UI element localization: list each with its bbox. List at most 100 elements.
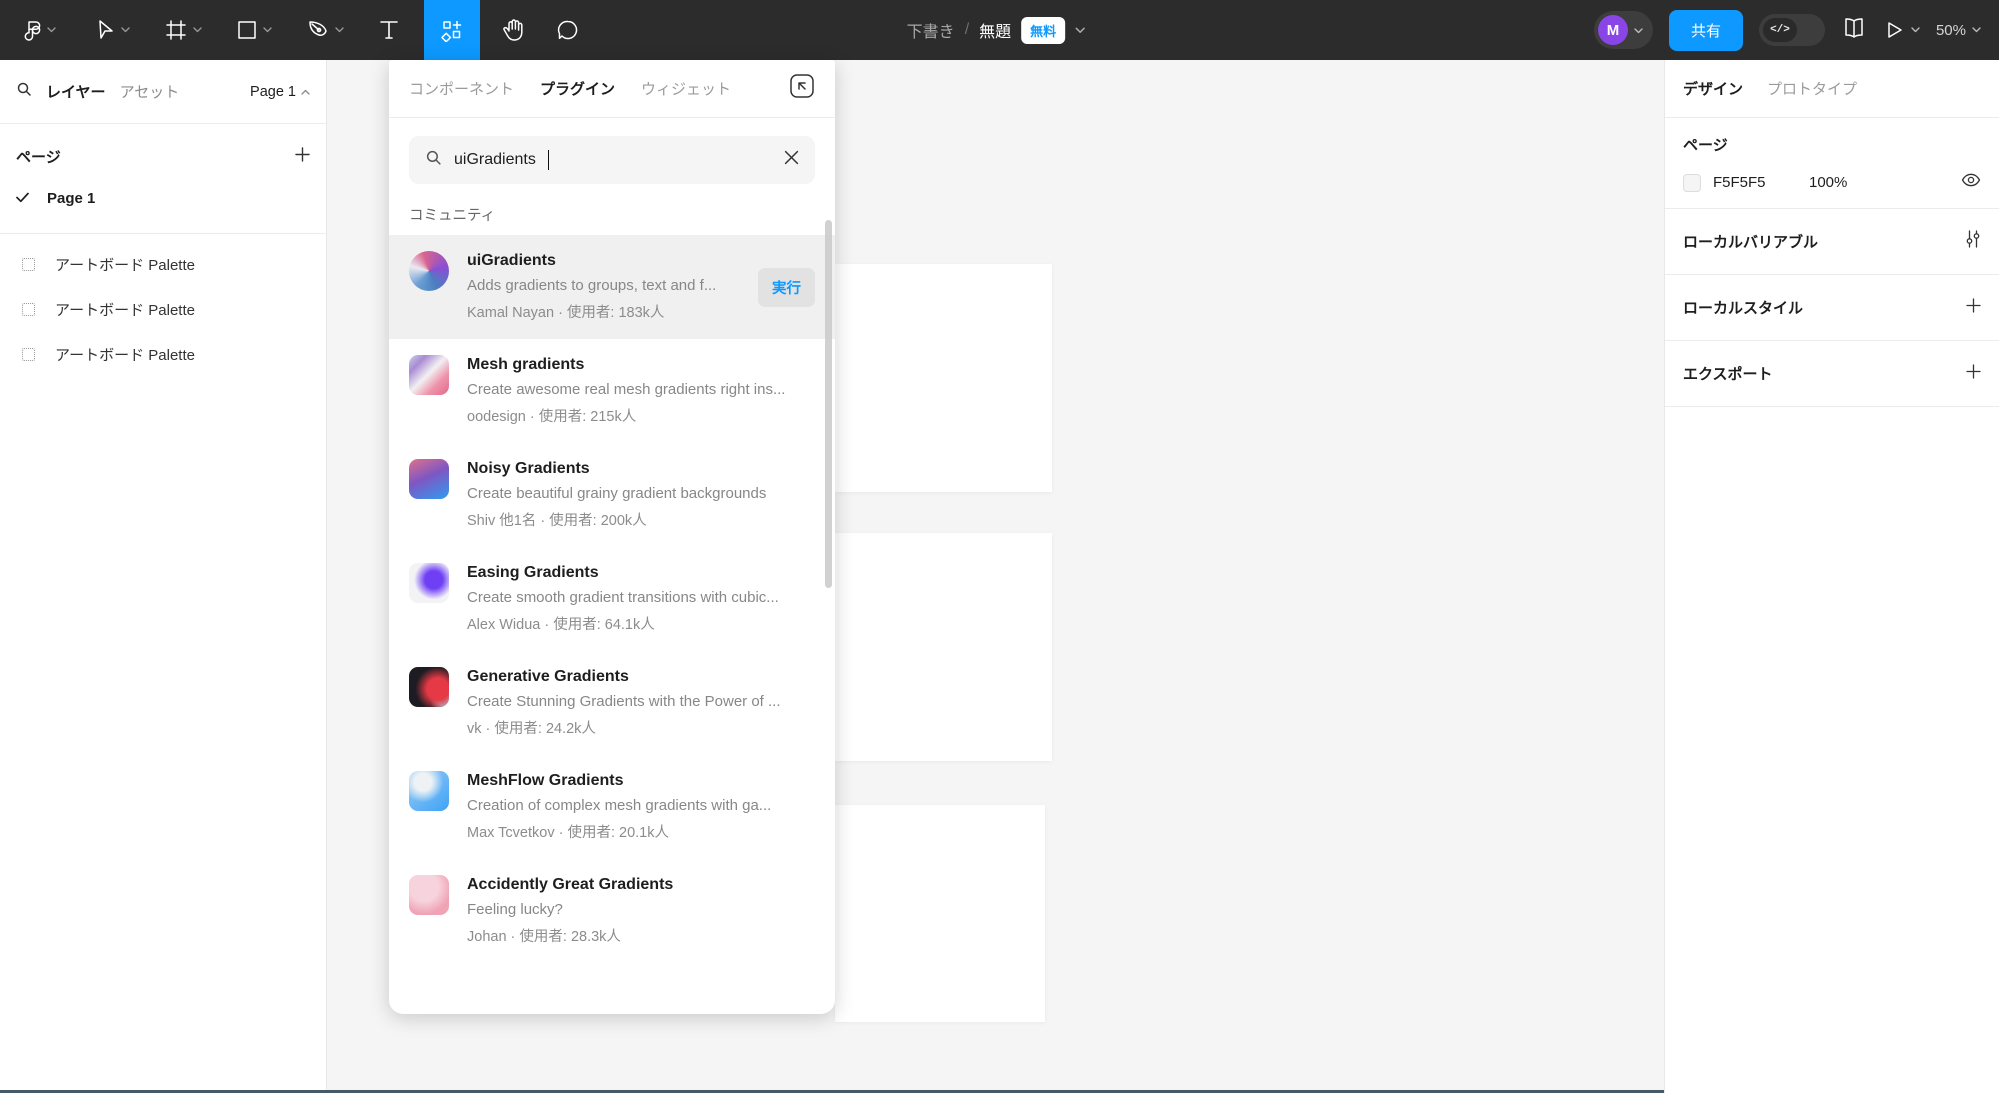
color-swatch[interactable] [1683,174,1701,192]
tab-layers[interactable]: レイヤー [46,81,106,102]
tab-plugins[interactable]: プラグイン [540,78,615,99]
local-variables-row[interactable]: ローカルバリアブル [1665,209,1999,275]
plugin-results: コミュニティ uiGradients Adds gradients to gro… [389,190,835,1014]
move-tool[interactable] [84,0,140,60]
text-tool[interactable] [368,0,410,60]
add-style-icon[interactable] [1966,298,1981,318]
export-row[interactable]: エクスポート [1665,341,1999,407]
plugin-description: Feeling lucky? [467,901,815,918]
avatar[interactable]: M [1598,15,1628,45]
resources-modal: コンポーネント プラグイン ウィジェット uiGradients コミュニティ … [389,60,835,1014]
shape-tool[interactable] [226,0,282,60]
search-icon [425,149,442,171]
layer-name: アートボード Palette [55,344,195,365]
page-name: Page 1 [47,190,95,207]
plugin-description: Creation of complex mesh gradients with … [467,797,815,814]
plugin-icon [409,459,449,499]
scrollbar-thumb[interactable] [825,220,832,588]
zoom-menu[interactable]: 50% [1936,22,1981,39]
artboard-frame[interactable] [835,533,1052,761]
local-styles-row[interactable]: ローカルスタイル [1665,275,1999,341]
plugin-byline: Alex Widua · 使用者: 64.1k人 [467,613,815,634]
color-hex-field[interactable]: F5F5F5 [1713,174,1797,191]
tab-components[interactable]: コンポーネント [409,78,514,99]
chevron-down-icon[interactable] [1075,21,1085,39]
chevron-down-icon [1634,21,1643,39]
breadcrumb-drafts[interactable]: 下書き [907,18,955,42]
present-button[interactable] [1883,19,1920,41]
plugin-list-item[interactable]: uiGradients Adds gradients to groups, te… [389,235,835,339]
account-menu[interactable]: M [1594,11,1653,49]
plugin-description: Create smooth gradient transitions with … [467,589,815,606]
plugin-name: uiGradients [467,252,740,270]
plugin-name: Noisy Gradients [467,460,815,478]
plugin-list-item[interactable]: MeshFlow Gradients Creation of complex m… [389,755,835,859]
clear-search-icon[interactable] [784,150,799,170]
design-panel: デザイン プロトタイプ ページ F5F5F5 100% ローカルバリアブル ロー… [1664,60,1999,1093]
artboard-frame[interactable] [835,264,1052,492]
plugin-list-item[interactable]: Easing Gradients Create smooth gradient … [389,547,835,651]
artboard-frame[interactable] [835,805,1045,1022]
breadcrumb-separator: / [965,21,969,39]
top-toolbar: 下書き / 無題 無料 M 共有 </> 50% [0,0,1999,60]
page-selector[interactable]: Page 1 [250,84,310,100]
plugin-byline: Johan · 使用者: 28.3k人 [467,925,815,946]
page-list-item[interactable]: Page 1 [0,177,326,219]
plugins-icon [440,18,464,42]
file-title[interactable]: 下書き / 無題 無料 [907,0,1085,60]
resources-tool-active[interactable] [424,0,480,60]
search-area: uiGradients [389,118,835,190]
run-plugin-button[interactable]: 実行 [758,268,815,307]
layer-item[interactable]: アートボード Palette [0,332,326,377]
add-page-button[interactable] [295,147,310,167]
plugin-list-item[interactable]: Noisy Gradients Create beautiful grainy … [389,443,835,547]
plugin-list: uiGradients Adds gradients to groups, te… [389,235,835,963]
plugin-icon [409,771,449,811]
plugin-info: Mesh gradients Create awesome real mesh … [467,356,815,426]
plugin-list-item[interactable]: Generative Gradients Create Stunning Gra… [389,651,835,755]
pages-section-header: ページ [0,124,326,177]
share-button[interactable]: 共有 [1669,10,1743,51]
local-styles-label: ローカルスタイル [1683,297,1803,318]
plugin-byline: Shiv 他1名 · 使用者: 200k人 [467,509,815,530]
tab-assets[interactable]: アセット [120,81,180,102]
tab-design[interactable]: デザイン [1683,78,1743,99]
comment-icon [556,18,580,42]
opacity-field[interactable]: 100% [1809,174,1847,191]
chevron-down-icon [193,27,202,33]
frame-icon [164,18,188,42]
popout-icon[interactable] [789,73,815,104]
search-icon[interactable] [16,81,32,102]
plugin-info: uiGradients Adds gradients to groups, te… [467,252,740,322]
plugin-list-item[interactable]: Accidently Great Gradients Feeling lucky… [389,859,835,963]
hand-tool[interactable] [492,0,536,60]
dev-mode-toggle[interactable]: </> [1759,14,1825,46]
tab-widgets[interactable]: ウィジェット [641,78,731,99]
plugin-byline: Kamal Nayan · 使用者: 183k人 [467,301,740,322]
plugin-icon [409,875,449,915]
layer-name: アートボード Palette [55,299,195,320]
pen-tool[interactable] [296,0,354,60]
visibility-eye-icon[interactable] [1961,173,1981,192]
frame-tool[interactable] [154,0,212,60]
add-export-icon[interactable] [1966,364,1981,384]
library-button[interactable] [1841,16,1867,45]
code-icon: </> [1763,18,1797,42]
plugin-description: Create beautiful grainy gradient backgro… [467,485,815,502]
plugin-list-item[interactable]: Mesh gradients Create awesome real mesh … [389,339,835,443]
tab-prototype[interactable]: プロトタイプ [1767,78,1857,99]
plugin-search-input[interactable]: uiGradients [409,136,815,184]
file-name[interactable]: 無題 [979,18,1011,42]
comment-tool[interactable] [546,0,590,60]
plugin-info: Easing Gradients Create smooth gradient … [467,564,815,634]
resources-modal-tabs: コンポーネント プラグイン ウィジェット [389,60,835,118]
design-panel-tabs: デザイン プロトタイプ [1665,60,1999,118]
main-menu-button[interactable] [14,0,66,60]
rectangle-icon [236,19,258,41]
layer-item[interactable]: アートボード Palette [0,287,326,332]
chevron-down-icon [121,27,130,33]
plugin-icon [409,667,449,707]
layer-item[interactable]: アートボード Palette [0,242,326,287]
plugin-icon [409,563,449,603]
variables-icon[interactable] [1965,230,1981,253]
